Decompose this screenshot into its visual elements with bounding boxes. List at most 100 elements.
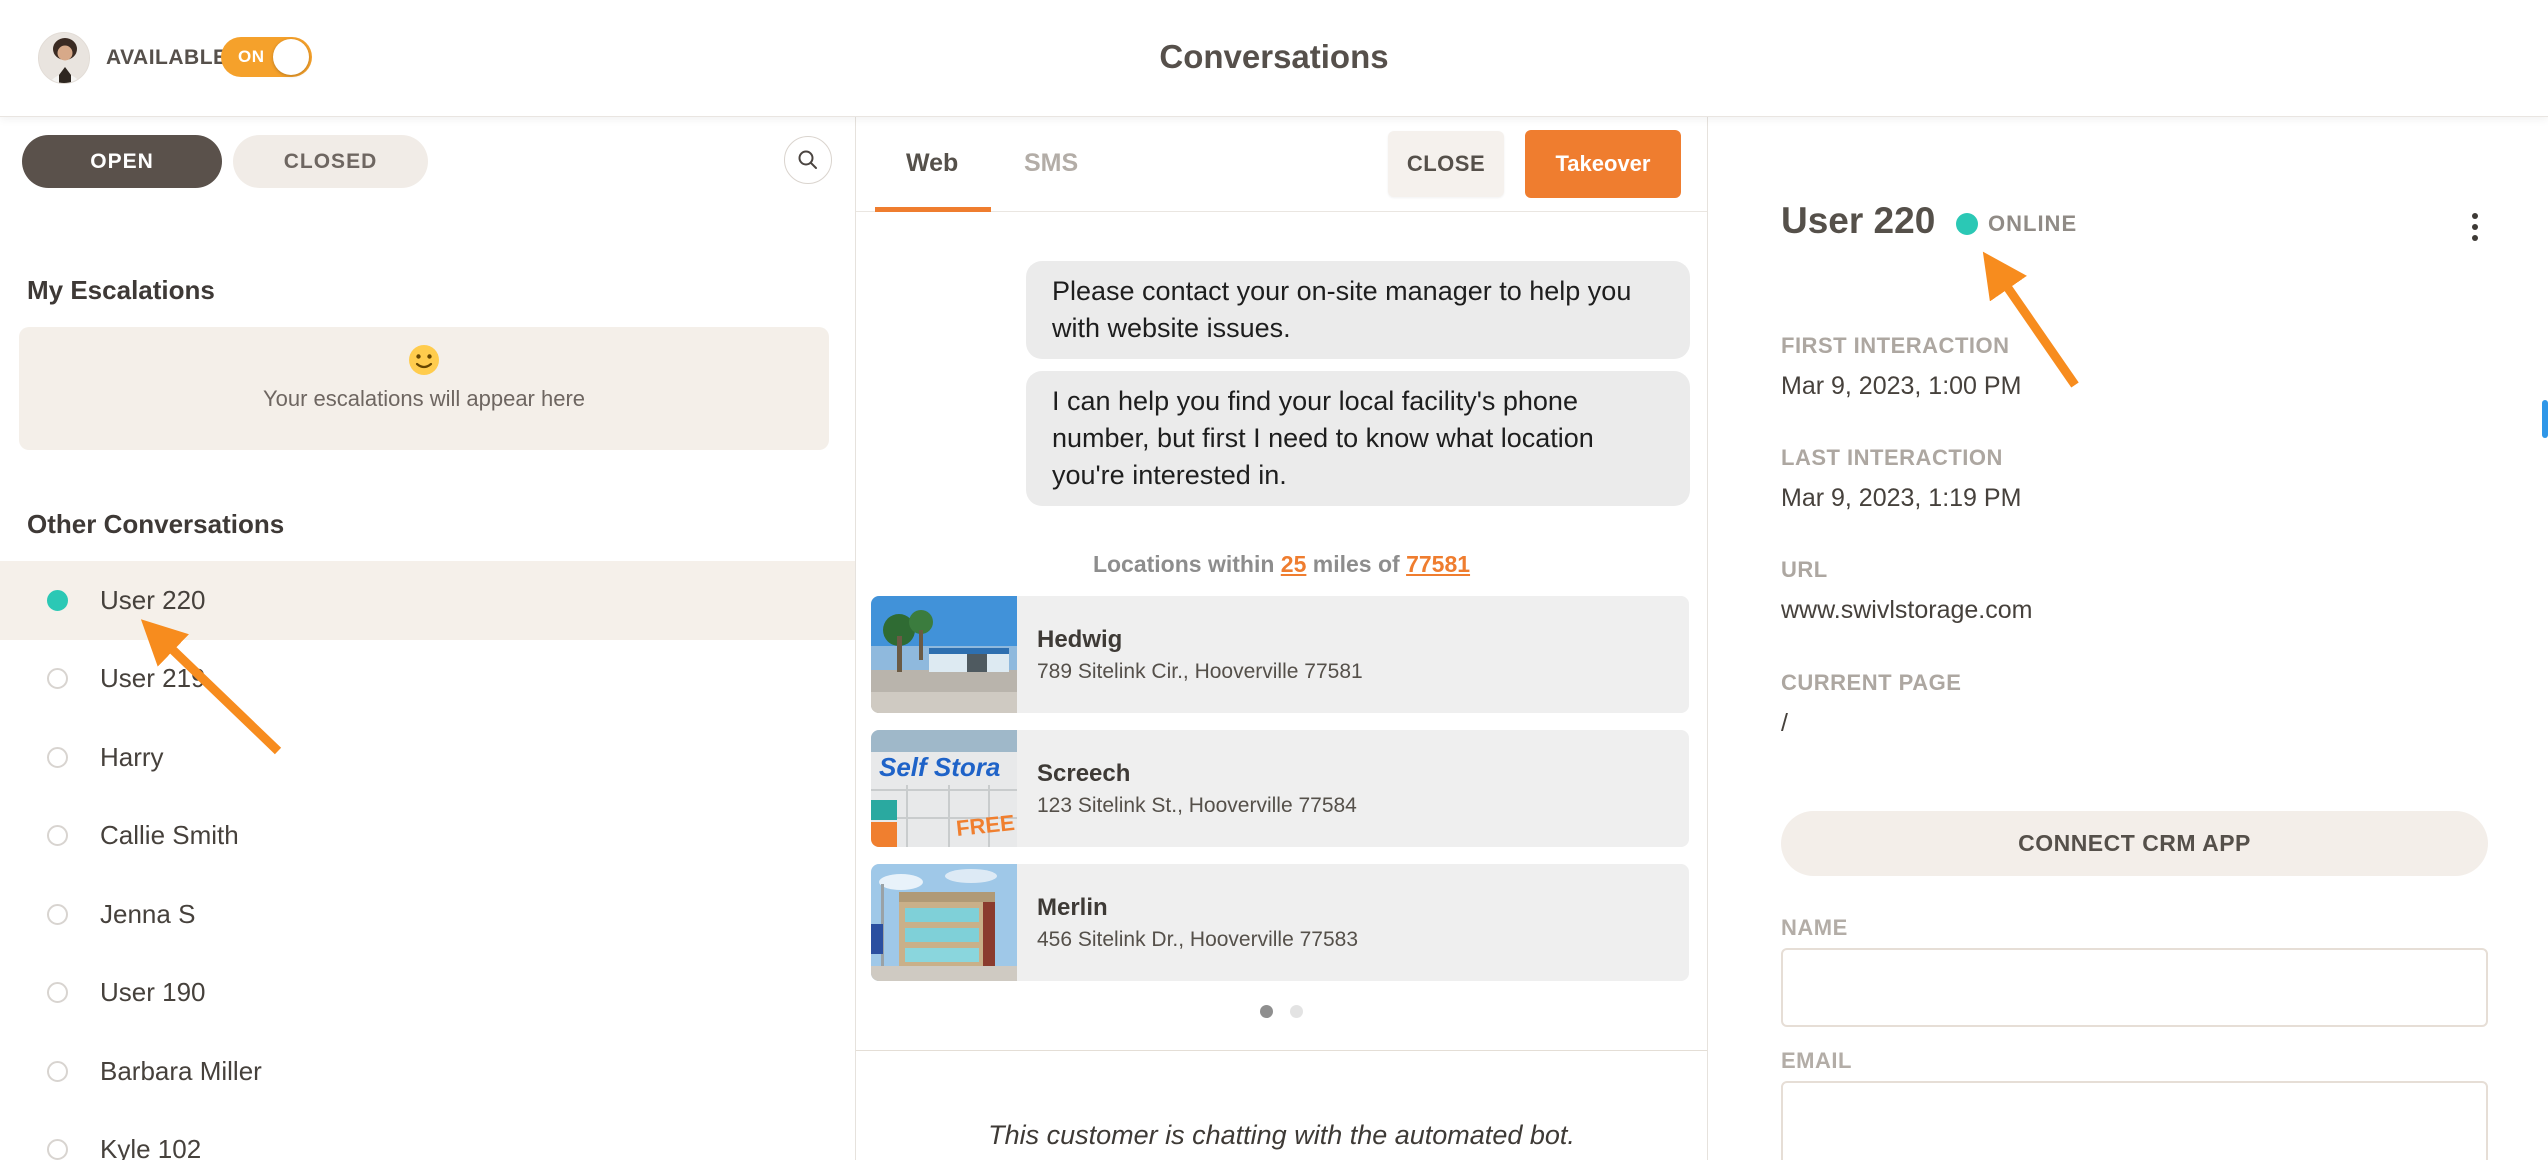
location-photo xyxy=(871,864,1017,981)
url-value: www.swivlstorage.com xyxy=(1781,595,2488,625)
conversation-name: Barbara Miller xyxy=(100,1056,262,1087)
offline-status-dot xyxy=(47,1061,68,1082)
open-filter-button[interactable]: OPEN xyxy=(22,135,222,188)
last-interaction-label: LAST INTERACTION xyxy=(1781,445,2488,471)
location-photo: Self Stora FREE xyxy=(871,730,1017,847)
conversation-name: User 220 xyxy=(100,585,206,616)
location-card-hedwig[interactable]: Hedwig 789 Sitelink Cir., Hooverville 77… xyxy=(871,596,1689,713)
email-input[interactable] xyxy=(1781,1081,2488,1160)
current-page-field: CURRENT PAGE / xyxy=(1781,670,2488,738)
locations-title-prefix: Locations within xyxy=(1093,551,1274,577)
first-interaction-value: Mar 9, 2023, 1:00 PM xyxy=(1781,371,2488,401)
active-tab-underline xyxy=(875,207,991,212)
carousel-dots xyxy=(856,1005,1707,1023)
last-interaction-field: LAST INTERACTION Mar 9, 2023, 1:19 PM xyxy=(1781,445,2488,513)
first-interaction-label: FIRST INTERACTION xyxy=(1781,333,2488,359)
connect-crm-button[interactable]: CONNECT CRM APP xyxy=(1781,811,2488,876)
conversation-item-harry[interactable]: Harry xyxy=(0,718,855,797)
online-status-label: ONLINE xyxy=(1988,211,2077,237)
other-conversations-heading: Other Conversations xyxy=(27,509,284,540)
conversation-name: User 219 xyxy=(100,663,206,694)
location-card-merlin[interactable]: Merlin 456 Sitelink Dr., Hooverville 775… xyxy=(871,864,1689,981)
conversation-item-user-190[interactable]: User 190 xyxy=(0,954,855,1033)
vertical-scrollbar-thumb[interactable] xyxy=(2542,400,2548,438)
carousel-dot-1[interactable] xyxy=(1260,1005,1273,1018)
location-address: 456 Sitelink Dr., Hooverville 77583 xyxy=(1037,928,1358,952)
smiley-face-icon xyxy=(407,343,441,382)
conversation-item-user-219[interactable]: User 219 xyxy=(0,640,855,719)
search-icon xyxy=(797,149,819,171)
offline-status-dot xyxy=(47,747,68,768)
offline-status-dot xyxy=(47,825,68,846)
top-header: Conversations AVAILABLE ON xyxy=(0,0,2548,117)
name-input[interactable] xyxy=(1781,948,2488,1027)
name-field-label: NAME xyxy=(1781,915,1848,941)
offline-status-dot xyxy=(47,904,68,925)
conversation-item-jenna-s[interactable]: Jenna S xyxy=(0,875,855,954)
location-card-list: Hedwig 789 Sitelink Cir., Hooverville 77… xyxy=(856,596,1707,981)
more-options-button[interactable] xyxy=(2460,204,2490,250)
kebab-dot xyxy=(2472,213,2478,219)
location-card-screech[interactable]: Self Stora FREE Screech 123 Sitelink St.… xyxy=(871,730,1689,847)
online-indicator-dot xyxy=(1956,213,1978,235)
chat-transcript: Please contact your on-site manager to h… xyxy=(856,212,1707,1023)
conversation-name: Callie Smith xyxy=(100,820,239,851)
toggle-knob xyxy=(273,39,309,75)
conversation-sidebar: OPEN CLOSED My Escalations Your escalati… xyxy=(0,117,855,1160)
conversation-item-kyle-102[interactable]: Kyle 102 xyxy=(0,1111,855,1160)
miles-link[interactable]: 25 xyxy=(1281,551,1307,577)
locations-title-middle: miles of xyxy=(1313,551,1400,577)
first-interaction-field: FIRST INTERACTION Mar 9, 2023, 1:00 PM xyxy=(1781,333,2488,401)
conversation-list: User 220 User 219 Harry Callie Smith Jen… xyxy=(0,561,855,1160)
takeover-button[interactable]: Takeover xyxy=(1525,130,1681,198)
conversation-name: Harry xyxy=(100,742,164,773)
kebab-dot xyxy=(2472,235,2478,241)
escalations-placeholder: Your escalations will appear here xyxy=(19,386,829,412)
current-page-label: CURRENT PAGE xyxy=(1781,670,2488,696)
location-name: Screech xyxy=(1037,760,1357,788)
conversation-item-callie-smith[interactable]: Callie Smith xyxy=(0,797,855,876)
page-title: Conversations xyxy=(0,0,2548,113)
conversation-name: User 190 xyxy=(100,977,206,1008)
conversation-item-barbara-miller[interactable]: Barbara Miller xyxy=(0,1032,855,1111)
bot-message-bubble: I can help you find your local facility'… xyxy=(1026,371,1690,506)
tab-sms[interactable]: SMS xyxy=(1024,117,1078,209)
offline-status-dot xyxy=(47,668,68,689)
bot-message-bubble: Please contact your on-site manager to h… xyxy=(1026,261,1690,359)
url-field: URL www.swivlstorage.com xyxy=(1781,557,2488,625)
search-button[interactable] xyxy=(784,136,832,184)
conversations-app: Conversations AVAILABLE ON OPEN CLOSED xyxy=(0,0,2548,1160)
availability-label: AVAILABLE xyxy=(106,0,228,115)
availability-toggle[interactable]: ON xyxy=(221,37,312,77)
toggle-on-label: ON xyxy=(238,37,265,77)
last-interaction-value: Mar 9, 2023, 1:19 PM xyxy=(1781,483,2488,513)
location-name: Hedwig xyxy=(1037,626,1363,654)
chat-footer-divider xyxy=(856,1050,1707,1051)
online-status-dot xyxy=(47,590,68,611)
closed-filter-button[interactable]: CLOSED xyxy=(233,135,428,188)
kebab-dot xyxy=(2472,224,2478,230)
photo-signage-text: Self Stora xyxy=(879,752,1000,782)
locations-title: Locations within 25 miles of 77581 xyxy=(856,551,1707,578)
email-field-label: EMAIL xyxy=(1781,1048,1852,1074)
carousel-dot-2[interactable] xyxy=(1290,1005,1303,1018)
location-card-text: Hedwig 789 Sitelink Cir., Hooverville 77… xyxy=(1017,596,1363,713)
close-conversation-button[interactable]: CLOSE xyxy=(1388,131,1504,197)
bot-status-note: This customer is chatting with the autom… xyxy=(856,1120,1707,1151)
location-name: Merlin xyxy=(1037,894,1358,922)
visitor-details-panel: User 220 ONLINE FIRST INTERACTION Mar 9,… xyxy=(1708,117,2548,1160)
location-card-text: Merlin 456 Sitelink Dr., Hooverville 775… xyxy=(1017,864,1358,981)
location-address: 789 Sitelink Cir., Hooverville 77581 xyxy=(1037,660,1363,684)
escalations-empty-state: Your escalations will appear here xyxy=(19,327,829,450)
visitor-name: User 220 xyxy=(1781,199,1935,243)
url-label: URL xyxy=(1781,557,2488,583)
agent-avatar[interactable] xyxy=(38,32,90,84)
conversation-name: Jenna S xyxy=(100,899,195,930)
tab-web[interactable]: Web xyxy=(906,117,958,209)
location-card-text: Screech 123 Sitelink St., Hooverville 77… xyxy=(1017,730,1357,847)
current-page-value: / xyxy=(1781,708,2488,738)
conversation-item-user-220[interactable]: User 220 xyxy=(0,561,855,640)
channel-tab-bar: Web SMS CLOSE Takeover xyxy=(856,117,1707,212)
zip-link[interactable]: 77581 xyxy=(1406,551,1470,577)
conversation-name: Kyle 102 xyxy=(100,1134,201,1160)
